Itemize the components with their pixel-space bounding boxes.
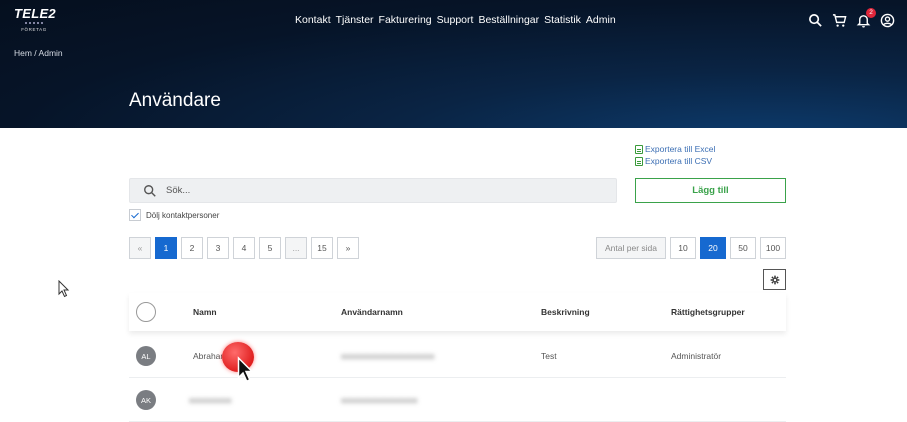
cell-username-redacted: xxxxxxxxxxxxxxxxxxxxxx [341, 351, 435, 361]
add-user-button[interactable]: Lägg till [635, 178, 786, 203]
search-icon[interactable] [808, 13, 823, 28]
export-csv-link[interactable]: Exportera till CSV [635, 155, 715, 167]
per-page-label: Antal per sida [596, 237, 666, 259]
notification-badge: 2 [866, 8, 876, 18]
export-csv-label: Exportera till CSV [645, 156, 713, 166]
column-header-username[interactable]: Användarnamn [341, 307, 403, 317]
select-all-toggle[interactable] [136, 302, 156, 322]
breadcrumb[interactable]: Hem / Admin [14, 48, 63, 58]
mouse-pointer-icon [58, 280, 70, 298]
pagination-next[interactable]: » [337, 237, 359, 259]
logo-dots [14, 22, 54, 24]
logo-subtext: FÖRETAG [21, 27, 47, 32]
search-input[interactable]: Sök... [129, 178, 617, 203]
cell-name-redacted: xxxxxxxxxx [189, 395, 232, 405]
csv-file-icon [635, 156, 643, 166]
per-page-option[interactable]: 20 [700, 237, 726, 259]
avatar: AL [136, 346, 156, 366]
column-settings-button[interactable] [763, 269, 786, 290]
search-icon [144, 184, 156, 197]
search-placeholder: Sök... [166, 185, 191, 196]
user-icon[interactable] [880, 13, 895, 28]
page-title: Användare [129, 90, 221, 111]
table-header: Namn Användarnamn Beskrivning Rättighets… [129, 293, 786, 331]
table-row[interactable]: AK xxxxxxxxxx xxxxxxxxxxxxxxxxxx [129, 378, 786, 422]
column-header-groups[interactable]: Rättighetsgrupper [671, 307, 745, 317]
cell-username-redacted: xxxxxxxxxxxxxxxxxx [341, 395, 418, 405]
hide-contacts-label: Dölj kontaktpersoner [146, 210, 220, 220]
nav-item-statistik[interactable]: Statistik [544, 14, 581, 26]
checkbox-checked-icon[interactable] [129, 209, 141, 221]
per-page-option[interactable]: 50 [730, 237, 756, 259]
pagination-page[interactable]: 2 [181, 237, 203, 259]
cell-description: Test [541, 351, 557, 361]
pagination-page[interactable]: 3 [207, 237, 229, 259]
mouse-pointer-icon [237, 356, 254, 383]
column-header-description[interactable]: Beskrivning [541, 307, 590, 317]
cell-groups: Administratör [671, 351, 722, 361]
nav-item-tjanster[interactable]: Tjänster [336, 14, 374, 26]
nav-item-admin[interactable]: Admin [586, 14, 616, 26]
pagination-page[interactable]: 4 [233, 237, 255, 259]
nav-item-support[interactable]: Support [437, 14, 474, 26]
tele2-logo[interactable]: TELE2 FÖRETAG [14, 6, 56, 32]
export-excel-link[interactable]: Exportera till Excel [635, 143, 715, 155]
export-links: Exportera till Excel Exportera till CSV [635, 143, 715, 167]
per-page-selector: Antal per sida 10 20 50 100 [596, 237, 786, 259]
pagination-page[interactable]: 1 [155, 237, 177, 259]
pagination-page[interactable]: 15 [311, 237, 333, 259]
pagination-ellipsis: ... [285, 237, 307, 259]
nav-item-bestallningar[interactable]: Beställningar [478, 14, 539, 26]
pagination-page[interactable]: 5 [259, 237, 281, 259]
bell-icon[interactable]: 2 [856, 8, 876, 28]
per-page-option[interactable]: 10 [670, 237, 696, 259]
nav-item-fakturering[interactable]: Fakturering [379, 14, 432, 26]
main-nav: Kontakt Tjänster Fakturering Support Bes… [295, 14, 621, 26]
hide-contacts-checkbox[interactable]: Dölj kontaktpersoner [129, 209, 219, 221]
avatar: AK [136, 390, 156, 410]
gear-icon [770, 275, 779, 284]
header-icons: 2 [808, 8, 895, 28]
export-excel-label: Exportera till Excel [645, 144, 716, 154]
nav-item-kontakt[interactable]: Kontakt [295, 14, 331, 26]
column-header-name[interactable]: Namn [193, 307, 217, 317]
pagination-prev[interactable]: « [129, 237, 151, 259]
cart-icon[interactable] [832, 13, 847, 28]
header-banner: TELE2 FÖRETAG Kontakt Tjänster Faktureri… [0, 0, 907, 128]
logo-text: TELE2 [14, 6, 56, 21]
per-page-option[interactable]: 100 [760, 237, 786, 259]
pagination: « 1 2 3 4 5 ... 15 » [129, 237, 359, 259]
excel-file-icon [635, 144, 643, 154]
